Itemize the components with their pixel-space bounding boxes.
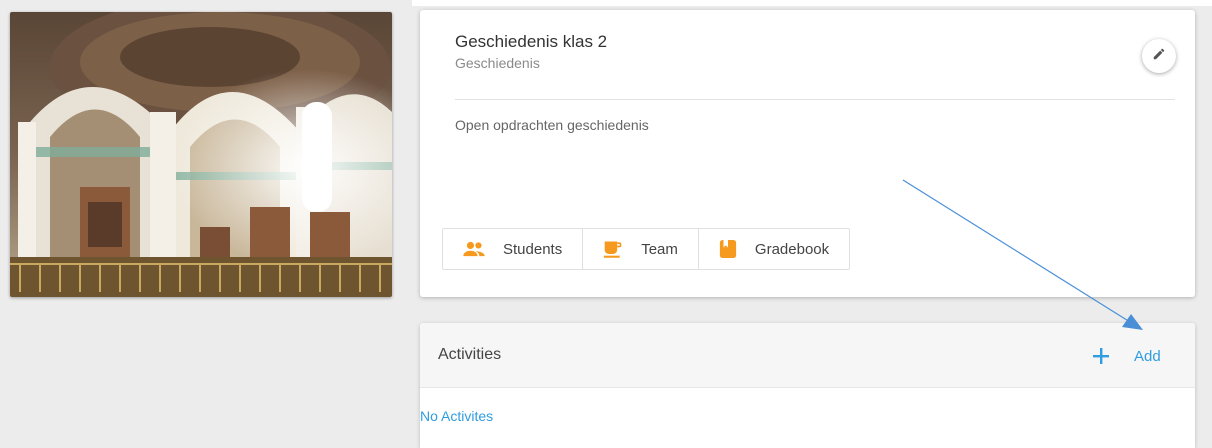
plus-icon <box>1092 347 1110 365</box>
activities-panel: Activities Add No Activites <box>420 323 1195 448</box>
tab-team-label: Team <box>641 240 678 258</box>
activities-header: Activities Add <box>420 323 1195 388</box>
no-activities-message: No Activites <box>420 408 494 424</box>
coffee-cup-icon <box>603 239 623 259</box>
divider <box>455 99 1175 100</box>
people-icon <box>463 241 485 257</box>
tab-gradebook-label: Gradebook <box>754 240 830 258</box>
add-activity-button[interactable]: Add <box>1092 342 1161 370</box>
tab-students-label: Students <box>503 240 563 258</box>
tab-team[interactable]: Team <box>582 229 698 269</box>
edit-course-button[interactable] <box>1142 39 1176 73</box>
book-icon <box>719 239 737 259</box>
course-card: Geschiedenis klas 2 Geschiedenis Open op… <box>420 10 1195 297</box>
course-image <box>10 12 392 297</box>
course-tabs: Students Team Gradebook <box>442 228 851 270</box>
pencil-icon <box>1152 47 1166 66</box>
add-activity-label: Add <box>1134 347 1161 365</box>
tab-gradebook[interactable]: Gradebook <box>697 229 849 269</box>
course-title: Geschiedenis klas 2 <box>455 32 608 51</box>
tab-students[interactable]: Students <box>443 229 582 269</box>
course-description: Open opdrachten geschiedenis <box>455 117 649 133</box>
left-column <box>0 0 412 448</box>
activities-title: Activities <box>438 346 502 363</box>
course-subject: Geschiedenis <box>455 55 540 71</box>
